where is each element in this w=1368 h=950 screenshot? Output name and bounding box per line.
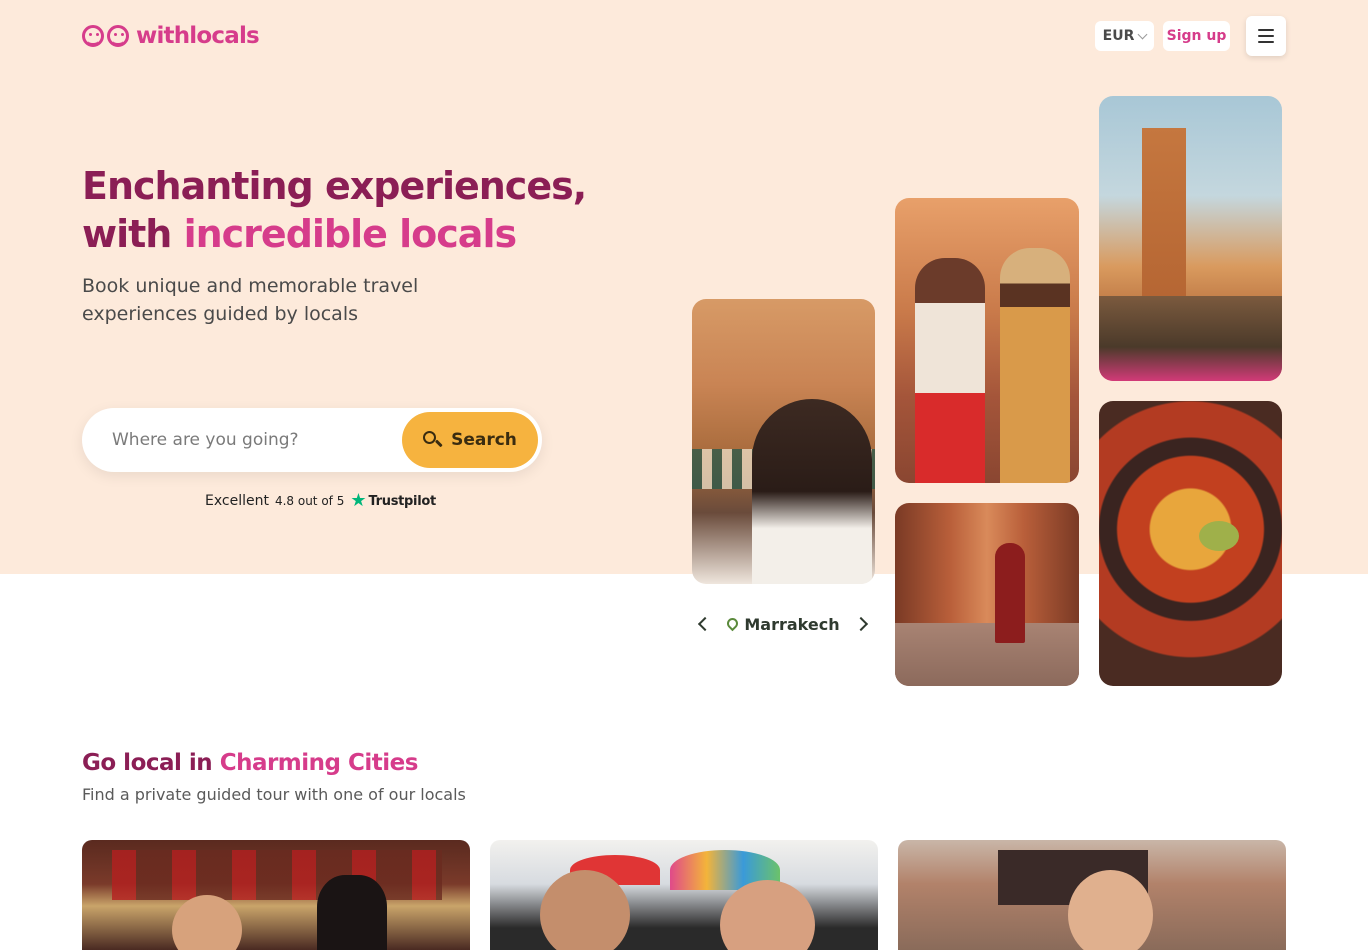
- photo-tagine-food: [1099, 401, 1282, 686]
- search-input[interactable]: [112, 408, 392, 472]
- hamburger-icon: [1258, 41, 1274, 43]
- section-subtitle: Find a private guided tour with one of o…: [82, 785, 466, 804]
- trustpilot-label: Excellent: [205, 493, 269, 509]
- chevron-right-icon[interactable]: [851, 612, 875, 636]
- trustpilot-widget[interactable]: Excellent 4.8 out of 5 ★ Trustpilot: [205, 492, 436, 510]
- trustpilot-rating: 4.8 out of 5: [274, 494, 345, 508]
- search-bar: Search: [82, 408, 542, 472]
- section-title: Go local in Charming Cities: [82, 750, 418, 776]
- section-title-highlight: Charming Cities: [219, 750, 419, 776]
- city-card[interactable]: [490, 840, 878, 950]
- smiley-face-icon: [82, 25, 104, 47]
- photo-carved-wall: [692, 299, 875, 584]
- photo-medina-alley: [895, 503, 1079, 686]
- map-pin-icon: [725, 615, 741, 631]
- logo-text: withlocals: [136, 23, 260, 49]
- hamburger-icon: [1258, 29, 1274, 31]
- hero-subline: Book unique and memorable travel experie…: [82, 275, 419, 325]
- city-carousel-nav: Marrakech: [692, 610, 875, 638]
- city-label[interactable]: Marrakech: [725, 614, 840, 634]
- photo-travelers-street: [895, 198, 1079, 483]
- currency-selector[interactable]: EUR: [1095, 21, 1154, 51]
- photo-minaret: [1099, 96, 1282, 381]
- chevron-left-icon[interactable]: [692, 612, 716, 636]
- withlocals-logo[interactable]: withlocals: [82, 22, 260, 50]
- city-card[interactable]: [898, 840, 1286, 950]
- menu-button[interactable]: [1246, 16, 1286, 56]
- headline-line2-prefix: with: [82, 212, 184, 256]
- currency-label: EUR: [1102, 28, 1135, 44]
- chevron-down-icon: [1137, 29, 1148, 39]
- hero-headline: Enchanting experiences, with incredible …: [82, 162, 642, 258]
- search-icon: [423, 431, 441, 449]
- city-card[interactable]: [82, 840, 470, 950]
- signup-button[interactable]: Sign up: [1163, 21, 1230, 51]
- star-icon: ★: [350, 490, 367, 511]
- search-button[interactable]: Search: [402, 412, 538, 468]
- headline-highlight: incredible locals: [183, 212, 518, 256]
- smiley-face-icon: [107, 25, 129, 47]
- city-name: Marrakech: [744, 614, 840, 634]
- search-button-label: Search: [451, 430, 517, 450]
- headline-line1: Enchanting experiences,: [82, 164, 587, 208]
- hamburger-icon: [1258, 35, 1274, 37]
- section-title-prefix: Go local in: [82, 750, 220, 776]
- trustpilot-brand: Trustpilot: [368, 493, 436, 509]
